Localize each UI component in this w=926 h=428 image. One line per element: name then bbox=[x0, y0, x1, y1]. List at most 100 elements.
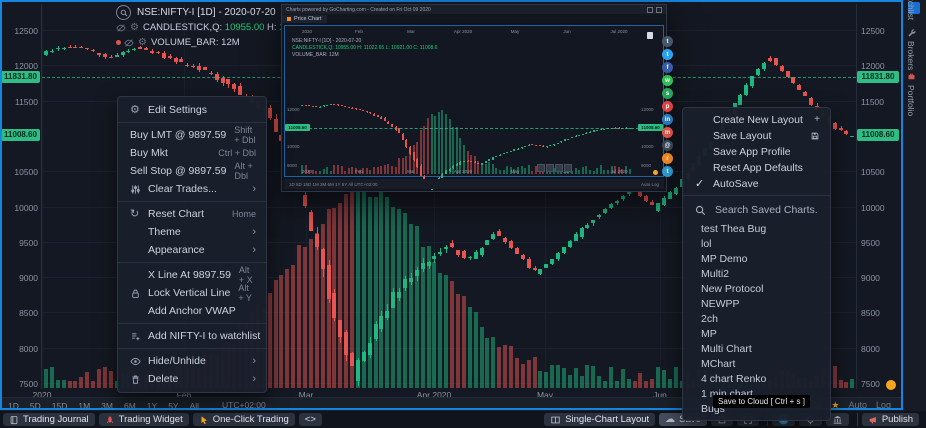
preview-close-icon[interactable] bbox=[656, 7, 662, 13]
saved-chart-item[interactable]: lol bbox=[683, 236, 830, 251]
auto-scale-toggle[interactable]: Auto bbox=[848, 400, 867, 410]
preview-mini-toolbar-button[interactable] bbox=[537, 164, 545, 172]
preview-tab-price-chart[interactable]: Price Chart bbox=[282, 15, 327, 23]
timeframe-6m[interactable]: 6M bbox=[124, 401, 136, 411]
price-tick: 10500 bbox=[861, 167, 897, 177]
publish-button[interactable]: Publish bbox=[862, 413, 919, 426]
hide-series-icon[interactable] bbox=[116, 23, 126, 33]
menu-item-hide-unhide[interactable]: Hide/Unhide› bbox=[118, 352, 266, 370]
share-pinterest-icon[interactable]: p bbox=[662, 101, 673, 112]
share-tumblr-icon[interactable]: t bbox=[662, 36, 673, 47]
saved-chart-item[interactable]: Multi Chart bbox=[683, 341, 830, 356]
log-scale-toggle[interactable]: Log bbox=[876, 400, 891, 410]
saved-chart-item[interactable]: 4 chart Renko bbox=[683, 371, 830, 386]
menu-item-reset-chart[interactable]: ↻Reset ChartHome bbox=[118, 205, 266, 223]
preview-price-line bbox=[299, 128, 649, 129]
menu-item-save-app-profile[interactable]: Save App Profile bbox=[683, 144, 830, 160]
share-whatsapp-icon[interactable]: w bbox=[662, 75, 673, 86]
button-label: Trading Widget bbox=[119, 414, 183, 425]
price-tick: 12000 bbox=[6, 61, 38, 71]
saved-chart-item[interactable]: Multi2 bbox=[683, 266, 830, 281]
series-settings-icon[interactable]: ⚙ bbox=[130, 23, 139, 33]
menu-item-label: Sell Stop @ 9897.59 bbox=[130, 165, 226, 177]
menu-item-buy-mkt[interactable]: Buy MktCtrl + Dbl bbox=[118, 144, 266, 162]
share-linkedin-icon[interactable]: in bbox=[662, 114, 673, 125]
trading-widget-button[interactable]: Trading Widget bbox=[99, 413, 189, 426]
menu-item-create-new-layout[interactable]: Create New Layout+ bbox=[683, 112, 830, 128]
menu-divider bbox=[118, 262, 266, 263]
menu-item-add-anchor-vwap[interactable]: Add Anchor VWAP bbox=[118, 302, 266, 320]
one-click-trading-button[interactable]: One-Click Trading bbox=[193, 413, 295, 426]
menu-item-edit-settings[interactable]: ⚙Edit Settings bbox=[118, 101, 266, 119]
preview-mini-toolbar-button[interactable] bbox=[564, 164, 572, 172]
button-label: One-Click Trading bbox=[213, 414, 289, 425]
code-button[interactable]: <> bbox=[299, 413, 322, 426]
menu-item-appearance[interactable]: Appearance› bbox=[118, 241, 266, 259]
preview-price-tick: 12000 bbox=[641, 107, 654, 112]
share-facebook-icon[interactable]: f bbox=[662, 62, 673, 73]
preview-time-tick: Mar bbox=[407, 169, 415, 174]
saved-chart-item[interactable]: NEWPP bbox=[683, 296, 830, 311]
trading-journal-button[interactable]: Trading Journal bbox=[3, 413, 95, 426]
menu-item-clear-trades[interactable]: Clear Trades...› bbox=[118, 180, 266, 198]
rocket-icon bbox=[105, 415, 115, 425]
preview-minimize-icon[interactable] bbox=[647, 7, 653, 13]
price-tick: 11500 bbox=[861, 97, 897, 107]
price-tick: 9500 bbox=[6, 238, 38, 248]
preview-time-tick: Mar bbox=[407, 29, 415, 34]
share-sharethis-icon[interactable]: s bbox=[662, 88, 673, 99]
timeframe-5y[interactable]: 5Y bbox=[168, 401, 178, 411]
saved-chart-item[interactable]: MChart bbox=[683, 356, 830, 371]
share-twitter-icon[interactable]: t bbox=[662, 49, 673, 60]
utc-offset[interactable]: UTC+02:00 bbox=[222, 400, 266, 410]
chevron-right-icon: › bbox=[252, 355, 256, 367]
timeframe-1m[interactable]: 1M bbox=[78, 401, 90, 411]
menu-item-autosave[interactable]: ✓AutoSave bbox=[683, 176, 830, 192]
hide-volume-icon[interactable] bbox=[124, 38, 134, 48]
share-email-icon[interactable]: @ bbox=[662, 140, 673, 151]
timeframe-5d[interactable]: 5D bbox=[30, 401, 41, 411]
menu-item-sell-stop-9897-59[interactable]: Sell Stop @ 9897.59Alt + Dbl bbox=[118, 162, 266, 180]
menu-item-label: Save Layout bbox=[713, 130, 802, 142]
menu-item-x-line-at-9897-59[interactable]: X Line At 9897.59Alt + X bbox=[118, 266, 266, 284]
preview-time-tick: Apr 2020 bbox=[454, 169, 472, 174]
menu-item-theme[interactable]: Theme› bbox=[118, 223, 266, 241]
menu-item-save-layout[interactable]: Save Layout bbox=[683, 128, 830, 144]
favorite-star-icon[interactable]: ★ bbox=[831, 401, 839, 410]
saved-charts-search[interactable]: Search Saved Charts. bbox=[683, 199, 830, 221]
preview-bottom-bar: 1D 5D 15D 1M 3M 6M 1Y 5Y All UTC+02:00 A… bbox=[284, 179, 664, 189]
timeframe-1d[interactable]: 1D bbox=[8, 401, 19, 411]
volume-settings-icon[interactable]: ⚙ bbox=[138, 38, 147, 48]
zoom-icon[interactable] bbox=[116, 5, 131, 20]
copy-chart-icon[interactable] bbox=[647, 32, 653, 39]
menu-item-label: Delete bbox=[148, 373, 244, 385]
share-reddit-icon[interactable]: r bbox=[662, 153, 673, 164]
menu-item-lock-vertical-line[interactable]: Lock Vertical LineAlt + Y bbox=[118, 284, 266, 302]
timeframe-3m[interactable]: 3M bbox=[101, 401, 113, 411]
saved-chart-item[interactable]: New Protocol bbox=[683, 281, 830, 296]
timeframe-all[interactable]: All bbox=[190, 401, 199, 411]
saved-chart-item[interactable]: test Thea Bug bbox=[683, 221, 830, 236]
preview-price-tick: 9000 bbox=[287, 163, 297, 168]
single-chart-layout-button[interactable]: Single-Chart Layout bbox=[544, 413, 655, 426]
menu-item-buy-lmt-9897-59[interactable]: Buy LMT @ 9897.59Shift + Dbl bbox=[118, 126, 266, 144]
menu-item-add-nifty-i-to-watchlist[interactable]: Add NIFTY-I to watchlist bbox=[118, 327, 266, 345]
saved-chart-item[interactable]: 2ch bbox=[683, 311, 830, 326]
menu-item-label: Lock Vertical Line bbox=[148, 287, 230, 299]
sidebar-tab-watchlist[interactable]: Watchlist bbox=[906, 0, 916, 20]
share-telegram-icon[interactable]: t bbox=[662, 166, 673, 177]
preview-mini-toolbar-button[interactable] bbox=[555, 164, 563, 172]
preview-mini-toolbar-button[interactable] bbox=[546, 164, 554, 172]
saved-chart-item[interactable]: MP bbox=[683, 326, 830, 341]
sidebar-tab-portfolio[interactable]: Portfolio bbox=[906, 72, 916, 116]
timeframe-1y[interactable]: 1Y bbox=[147, 401, 157, 411]
menu-item-reset-app-defaults[interactable]: Reset App Defaults bbox=[683, 160, 830, 176]
preview-price-tick: 10000 bbox=[641, 144, 654, 149]
sidebar-tab-brokers[interactable]: Brokers bbox=[906, 28, 916, 70]
megaphone-icon bbox=[868, 415, 878, 425]
menu-item-delete[interactable]: Delete› bbox=[118, 370, 266, 388]
share-gmail-icon[interactable]: m bbox=[662, 127, 673, 138]
saved-chart-item[interactable]: MP Demo bbox=[683, 251, 830, 266]
saved-chart-preview-window[interactable]: Charts powered by GoCharting.com - Creat… bbox=[281, 4, 667, 192]
timeframe-15d[interactable]: 15D bbox=[52, 401, 68, 411]
